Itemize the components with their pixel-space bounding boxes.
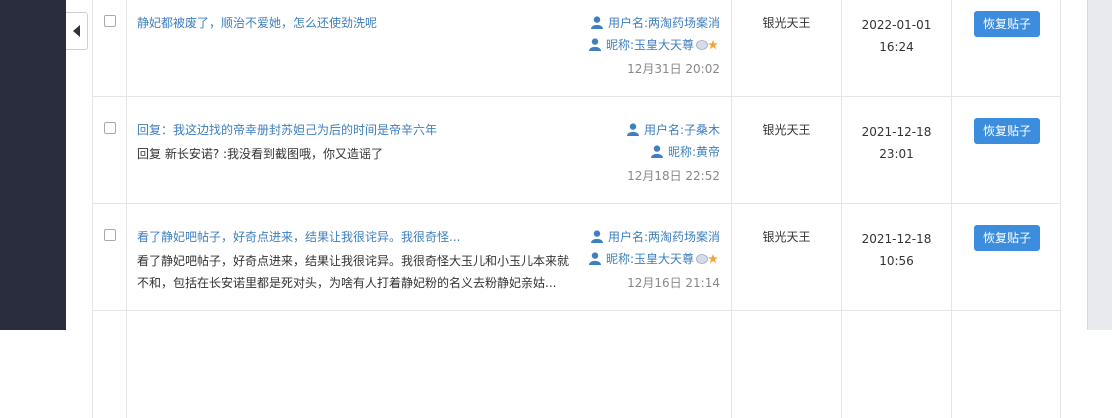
post-cell: 静妃都被废了，顺治不爱她，怎么还使劲洗呢 用户名: 两淘药场案消 昵称: 玉皇大… <box>127 0 732 96</box>
username-link[interactable]: 两淘药场案消 <box>648 228 720 245</box>
username-label: 用户名: <box>607 230 648 244</box>
nickname-link[interactable]: 玉皇大天尊 <box>634 250 694 267</box>
user-icon <box>590 230 603 243</box>
checkbox-cell <box>93 0 127 96</box>
post-excerpt: 看了静妃吧帖子，好奇点进来，结果让我很诧异。我很奇怪大玉儿和小玉儿本来就不和，包… <box>137 254 570 290</box>
action-cell <box>952 311 1062 418</box>
username-link[interactable]: 子桑木 <box>684 121 720 138</box>
row-checkbox[interactable] <box>104 229 116 241</box>
operation-time-cell: 2021-12-18 23:01 <box>842 97 952 203</box>
page-scrollbar[interactable] <box>1087 0 1112 330</box>
sidebar-collapse-button[interactable] <box>66 12 88 50</box>
author-username: 用户名: 子桑木 <box>626 121 720 138</box>
nickname-label: 昵称: <box>667 145 696 159</box>
author-nickname: 昵称: 黄帝 <box>650 143 720 160</box>
post-cell: 回复：我这边找的帝幸册封苏妲己为后的时间是帝辛六年 回复 新长安诺? :我没看到… <box>127 97 732 203</box>
operator-cell: 银光天王 <box>732 0 842 96</box>
post-excerpt: 回复 新长安诺? :我没看到截图哦，你又造谣了 <box>137 147 384 161</box>
post-cell: 看了静妃吧帖子，好奇点进来，结果让我很诧异。我很奇怪... 看了静妃吧帖子，好奇… <box>127 204 732 310</box>
restore-post-button[interactable]: 恢复贴子 <box>974 225 1040 251</box>
operation-time: 2022-01-01 16:24 <box>842 14 951 58</box>
post-date: 12月18日 22:52 <box>627 169 720 183</box>
post-date: 12月31日 20:02 <box>627 62 720 76</box>
user-icon <box>588 38 601 51</box>
operation-time-cell <box>842 311 952 418</box>
username-label: 用户名: <box>643 123 684 137</box>
nickname-label: 昵称: <box>605 38 634 52</box>
operation-time-cell: 2022-01-01 16:24 <box>842 0 952 96</box>
row-checkbox[interactable] <box>104 15 116 27</box>
operation-clock: 16:24 <box>879 40 914 54</box>
action-cell: 恢复贴子 <box>952 204 1062 310</box>
username-label: 用户名: <box>607 16 648 30</box>
author-nickname: 昵称: 玉皇大天尊 <box>588 36 720 53</box>
checkbox-cell <box>93 311 127 418</box>
post-title-link[interactable]: 静妃都被废了，顺治不爱她，怎么还使劲洗呢 <box>137 14 377 31</box>
operator-cell: 银光天王 <box>732 97 842 203</box>
operator-name: 银光天王 <box>762 16 811 30</box>
username-link[interactable]: 两淘药场案消 <box>648 14 720 31</box>
operator-cell: 银光天王 <box>732 204 842 310</box>
restore-post-button[interactable]: 恢复贴子 <box>974 11 1040 37</box>
restore-post-button[interactable]: 恢复贴子 <box>974 118 1040 144</box>
nickname-link[interactable]: 黄帝 <box>696 143 720 160</box>
operation-date: 2021-12-18 <box>861 125 932 139</box>
table-row <box>92 311 1061 418</box>
user-icon <box>588 252 601 265</box>
operation-time: 2021-12-18 10:56 <box>842 228 951 272</box>
operator-cell <box>732 311 842 418</box>
operator-name: 银光天王 <box>762 123 811 137</box>
table-row: 静妃都被废了，顺治不爱她，怎么还使劲洗呢 用户名: 两淘药场案消 昵称: 玉皇大… <box>92 0 1061 97</box>
checkbox-cell <box>93 97 127 203</box>
action-cell: 恢复贴子 <box>952 97 1062 203</box>
table-row: 看了静妃吧帖子，好奇点进来，结果让我很诧异。我很奇怪... 看了静妃吧帖子，好奇… <box>92 204 1061 311</box>
operation-clock: 10:56 <box>879 254 914 268</box>
operation-time-cell: 2021-12-18 10:56 <box>842 204 952 310</box>
user-icon <box>626 123 639 136</box>
post-cell <box>127 311 732 418</box>
operation-time: 2021-12-18 23:01 <box>842 121 951 165</box>
checkbox-cell <box>93 204 127 310</box>
member-badge-icon <box>696 253 718 264</box>
author-nickname: 昵称: 玉皇大天尊 <box>588 250 720 267</box>
author-username: 用户名: 两淘药场案消 <box>590 228 720 245</box>
member-badge-icon <box>696 39 718 50</box>
author-username: 用户名: 两淘药场案消 <box>590 14 720 31</box>
action-cell: 恢复贴子 <box>952 0 1062 96</box>
deleted-posts-table: 静妃都被废了，顺治不爱她，怎么还使劲洗呢 用户名: 两淘药场案消 昵称: 玉皇大… <box>92 0 1061 418</box>
operation-clock: 23:01 <box>879 147 914 161</box>
nickname-label: 昵称: <box>605 252 634 266</box>
post-title-link[interactable]: 回复：我这边找的帝幸册封苏妲己为后的时间是帝辛六年 <box>137 121 437 138</box>
post-date: 12月16日 21:14 <box>627 276 720 290</box>
chevron-left-icon <box>73 25 80 37</box>
post-title-link[interactable]: 看了静妃吧帖子，好奇点进来，结果让我很诧异。我很奇怪... <box>137 228 460 245</box>
table-row: 回复：我这边找的帝幸册封苏妲己为后的时间是帝辛六年 回复 新长安诺? :我没看到… <box>92 97 1061 204</box>
nickname-link[interactable]: 玉皇大天尊 <box>634 36 694 53</box>
user-icon <box>650 145 663 158</box>
left-sidebar <box>0 0 66 330</box>
user-icon <box>590 16 603 29</box>
operator-name: 银光天王 <box>762 230 811 244</box>
operation-date: 2021-12-18 <box>861 232 932 246</box>
row-checkbox[interactable] <box>104 122 116 134</box>
operation-date: 2022-01-01 <box>861 18 932 32</box>
